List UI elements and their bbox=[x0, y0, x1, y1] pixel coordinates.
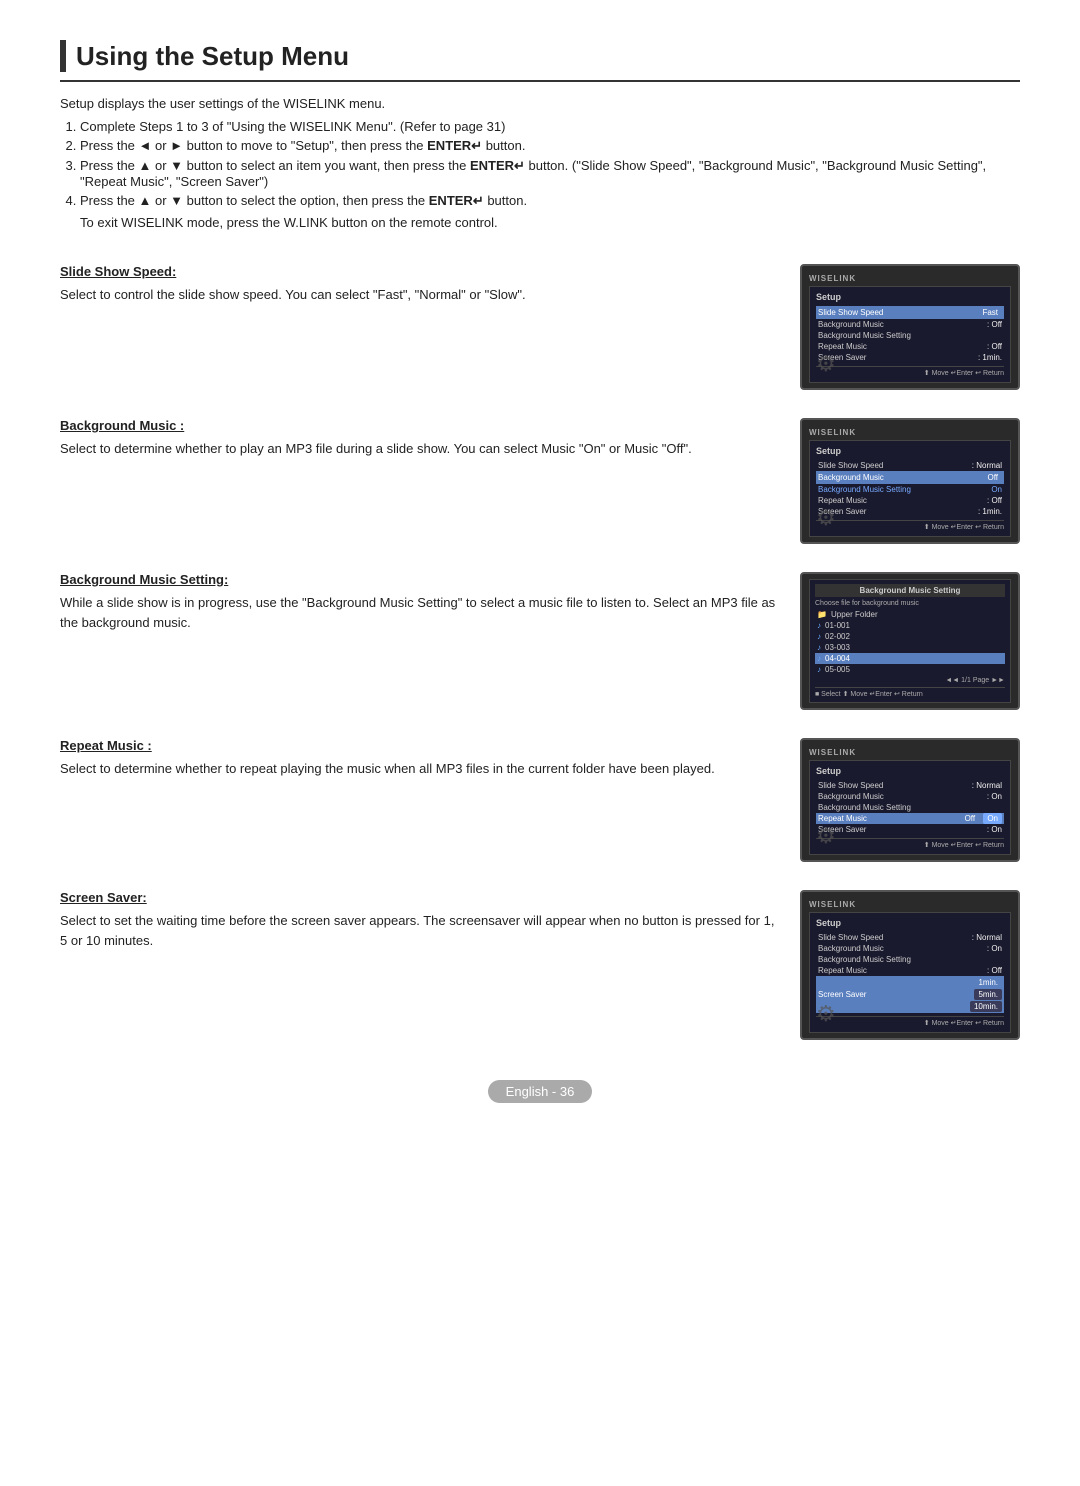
tv-setup-label-2: Setup bbox=[816, 446, 1004, 456]
tv-setup-label-5: Setup bbox=[816, 918, 1004, 928]
tv-setup-label-4: Setup bbox=[816, 766, 1004, 776]
tv-bms-row-5: ♪05-005 bbox=[815, 664, 1005, 675]
body-bms: While a slide show is in progress, use t… bbox=[60, 593, 782, 632]
tv-bms-row-4: ♪04-004 bbox=[815, 653, 1005, 664]
tv-footer-4: ⬆ Move ↵Enter ↩ Return bbox=[816, 838, 1004, 849]
tv-row-4-2: Background Music Setting bbox=[816, 802, 1004, 813]
tv-row-4-1: Background Music: On bbox=[816, 791, 1004, 802]
tv-row-4-4: Screen Saver: On bbox=[816, 824, 1004, 835]
body-repeat: Select to determine whether to repeat pl… bbox=[60, 759, 782, 779]
heading-bms: Background Music Setting: bbox=[60, 572, 782, 587]
section-text-repeat: Repeat Music : Select to determine wheth… bbox=[60, 720, 782, 779]
intro-text: Setup displays the user settings of the … bbox=[60, 96, 1020, 111]
tv-row-4-0: Slide Show Speed: Normal bbox=[816, 780, 1004, 791]
tv-bms-row-3: ♪03-003 bbox=[815, 642, 1005, 653]
step-1: Complete Steps 1 to 3 of "Using the WISE… bbox=[80, 119, 1020, 134]
step-2: Press the ◄ or ► button to move to "Setu… bbox=[80, 138, 1020, 154]
section-slide-show-speed: Slide Show Speed: Select to control the … bbox=[60, 246, 1020, 390]
tv-inner-2: Setup Slide Show Speed: Normal Backgroun… bbox=[809, 440, 1011, 537]
tv-row-5-0: Slide Show Speed: Normal bbox=[816, 932, 1004, 943]
body-background-music: Select to determine whether to play an M… bbox=[60, 439, 782, 459]
section-text-background-music: Background Music : Select to determine w… bbox=[60, 400, 782, 459]
tv-footer-1: ⬆ Move ↵Enter ↩ Return bbox=[816, 366, 1004, 377]
tv-screen-5: WISELINK Setup Slide Show Speed: Normal … bbox=[800, 890, 1020, 1040]
tv-gear-4: ⚙ bbox=[816, 823, 836, 849]
tv-gear-5: ⚙ bbox=[816, 1001, 836, 1027]
section-text-slide-show-speed: Slide Show Speed: Select to control the … bbox=[60, 246, 782, 305]
tv-screen-2: WISELINK Setup Slide Show Speed: Normal … bbox=[800, 418, 1020, 544]
tv-row-2-3: Repeat Music: Off bbox=[816, 495, 1004, 506]
tv-screen-3: Background Music Setting Choose file for… bbox=[800, 572, 1020, 710]
tv-screen-4: WISELINK Setup Slide Show Speed: Normal … bbox=[800, 738, 1020, 862]
tv-row-1-0: Slide Show SpeedFast bbox=[816, 306, 1004, 319]
tv-row-5-2: Background Music Setting bbox=[816, 954, 1004, 965]
tv-bms-pagination: ◄◄ 1/1 Page ►► bbox=[815, 677, 1005, 684]
tv-inner-3: Background Music Setting Choose file for… bbox=[809, 579, 1011, 703]
tv-bms-row-1: ♪01-001 bbox=[815, 620, 1005, 631]
tv-gear-1: ⚙ bbox=[816, 351, 836, 377]
step-5-text: To exit WISELINK mode, press the W.LINK … bbox=[80, 215, 1020, 230]
section-text-bms: Background Music Setting: While a slide … bbox=[60, 554, 782, 632]
section-repeat-music: Repeat Music : Select to determine wheth… bbox=[60, 720, 1020, 862]
tv-row-5-4: Screen Saver 1min. 5min. 10min. bbox=[816, 976, 1004, 1013]
tv-row-2-2: Background Music SettingOn bbox=[816, 484, 1004, 495]
heading-slide-show-speed: Slide Show Speed: bbox=[60, 264, 782, 279]
step-3: Press the ▲ or ▼ button to select an ite… bbox=[80, 158, 1020, 189]
tv-row-4-3: Repeat Music Off On bbox=[816, 813, 1004, 824]
tv-bms-title: Background Music Setting bbox=[815, 584, 1005, 597]
tv-inner-1: Setup Slide Show SpeedFast Background Mu… bbox=[809, 286, 1011, 383]
tv-row-1-3: Repeat Music: Off bbox=[816, 341, 1004, 352]
body-screensaver: Select to set the waiting time before th… bbox=[60, 911, 782, 950]
tv-row-5-3: Repeat Music: Off bbox=[816, 965, 1004, 976]
tv-footer-5: ⬆ Move ↵Enter ↩ Return bbox=[816, 1016, 1004, 1027]
tv-row-2-1: Background MusicOff bbox=[816, 471, 1004, 484]
heading-background-music: Background Music : bbox=[60, 418, 782, 433]
tv-brand-5: WISELINK bbox=[809, 900, 1011, 909]
heading-screensaver: Screen Saver: bbox=[60, 890, 782, 905]
tv-inner-4: Setup Slide Show Speed: Normal Backgroun… bbox=[809, 760, 1011, 855]
numbered-list: Complete Steps 1 to 3 of "Using the WISE… bbox=[80, 119, 1020, 209]
page-footer: English - 36 bbox=[60, 1080, 1020, 1103]
tv-brand-2: WISELINK bbox=[809, 428, 1011, 437]
tv-inner-5: Setup Slide Show Speed: Normal Backgroun… bbox=[809, 912, 1011, 1033]
tv-row-1-4: Screen Saver: 1min. bbox=[816, 352, 1004, 363]
tv-row-2-4: Screen Saver: 1min. bbox=[816, 506, 1004, 517]
tv-bms-row-2: ♪02-002 bbox=[815, 631, 1005, 642]
tv-brand-4: WISELINK bbox=[809, 748, 1011, 757]
tv-brand-1: WISELINK bbox=[809, 274, 1011, 283]
tv-setup-label-1: Setup bbox=[816, 292, 1004, 302]
page-title: Using the Setup Menu bbox=[60, 40, 1020, 82]
tv-row-1-2: Background Music Setting bbox=[816, 330, 1004, 341]
tv-bms-row-0: 📁Upper Folder bbox=[815, 609, 1005, 620]
tv-bms-footer: ■ Select ⬆ Move ↵Enter ↩ Return bbox=[815, 687, 1005, 698]
step-4: Press the ▲ or ▼ button to select the op… bbox=[80, 193, 1020, 209]
heading-repeat: Repeat Music : bbox=[60, 738, 782, 753]
tv-footer-2: ⬆ Move ↵Enter ↩ Return bbox=[816, 520, 1004, 531]
section-text-screensaver: Screen Saver: Select to set the waiting … bbox=[60, 872, 782, 950]
tv-row-5-1: Background Music: On bbox=[816, 943, 1004, 954]
footer-badge: English - 36 bbox=[488, 1080, 593, 1103]
section-background-music-setting: Background Music Setting: While a slide … bbox=[60, 554, 1020, 710]
body-slide-show-speed: Select to control the slide show speed. … bbox=[60, 285, 782, 305]
section-background-music: Background Music : Select to determine w… bbox=[60, 400, 1020, 544]
tv-bms-sub: Choose file for background music bbox=[815, 600, 1005, 607]
tv-row-1-1: Background Music: Off bbox=[816, 319, 1004, 330]
tv-screen-1: WISELINK Setup Slide Show SpeedFast Back… bbox=[800, 264, 1020, 390]
section-screen-saver: Screen Saver: Select to set the waiting … bbox=[60, 872, 1020, 1040]
tv-gear-2: ⚙ bbox=[816, 505, 836, 531]
main-content: Slide Show Speed: Select to control the … bbox=[60, 246, 1020, 1050]
tv-row-2-0: Slide Show Speed: Normal bbox=[816, 460, 1004, 471]
